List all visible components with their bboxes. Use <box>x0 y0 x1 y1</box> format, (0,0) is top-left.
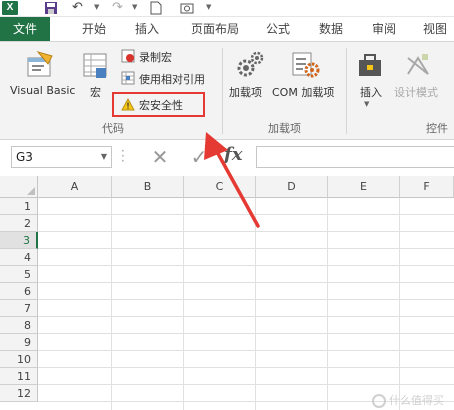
insert-function-icon[interactable]: fx <box>224 144 242 165</box>
row-header[interactable]: 11 <box>0 368 38 385</box>
relative-reference-icon <box>121 71 135 85</box>
insert-controls-icon <box>359 54 381 76</box>
macros-icon <box>83 53 107 78</box>
design-mode-button[interactable]: 设计模式 <box>394 84 438 100</box>
addins-button[interactable]: 加载项 <box>229 84 262 100</box>
cancel-icon[interactable]: ✕ <box>145 145 175 169</box>
record-macro-button[interactable]: 录制宏 <box>139 49 172 65</box>
tab-home[interactable]: 开始 <box>74 17 114 41</box>
formula-bar: G3 ▼ · · · ✕ ✓ fx <box>0 140 454 176</box>
tab-page-layout[interactable]: 页面布局 <box>180 17 250 41</box>
redo-icon[interactable]: ↷ <box>112 1 128 15</box>
grid-line <box>38 384 454 385</box>
tab-formulas[interactable]: 公式 <box>258 17 298 41</box>
title-bar: X ↶ ▼ ↷ ▼ ▼ <box>0 0 454 17</box>
row-header[interactable]: 7 <box>0 300 38 317</box>
watermark: 什么值得买 <box>372 392 444 408</box>
camera-icon[interactable] <box>180 1 194 15</box>
row-header[interactable]: 10 <box>0 351 38 368</box>
grid-line <box>399 198 400 410</box>
row-header[interactable]: 9 <box>0 334 38 351</box>
controls-group-label: 控件 <box>426 122 448 135</box>
grid-line <box>38 350 454 351</box>
excel-logo-icon: X <box>2 1 18 15</box>
visual-basic-button[interactable]: Visual Basic <box>10 84 75 97</box>
com-addins-button[interactable]: COM 加载项 <box>272 84 334 100</box>
tab-review[interactable]: 审阅 <box>364 17 404 41</box>
addins-group-label: 加载项 <box>268 122 301 135</box>
grid-line <box>38 316 454 317</box>
column-header-f[interactable]: F <box>400 176 454 198</box>
row-header[interactable]: 6 <box>0 283 38 300</box>
select-all-button[interactable] <box>0 176 38 198</box>
row-header-selected[interactable]: 3 <box>0 232 38 249</box>
formula-bar-resize-handle[interactable]: · · · <box>121 145 125 167</box>
row-header[interactable]: 12 <box>0 385 38 402</box>
group-divider <box>346 48 347 134</box>
grid-line <box>38 265 454 266</box>
tab-view[interactable]: 视图 <box>416 17 454 41</box>
insert-dropdown-icon[interactable]: ▼ <box>364 100 369 108</box>
relative-reference-button[interactable]: 使用相对引用 <box>139 71 205 87</box>
macro-security-highlight <box>112 92 205 117</box>
undo-icon[interactable]: ↶ <box>72 1 88 15</box>
name-box-value: G3 <box>16 150 33 164</box>
column-header-a[interactable]: A <box>38 176 112 198</box>
column-header-b[interactable]: B <box>112 176 184 198</box>
row-header[interactable]: 2 <box>0 215 38 232</box>
com-addins-icon <box>292 52 320 78</box>
redo-dropdown-icon[interactable]: ▼ <box>132 3 137 11</box>
code-group-label: 代码 <box>102 122 124 135</box>
grid-line <box>38 367 454 368</box>
formula-input[interactable] <box>256 146 454 168</box>
grid-line <box>327 198 328 410</box>
grid-line <box>183 198 184 410</box>
grid-line <box>38 333 454 334</box>
new-document-icon[interactable] <box>150 1 162 15</box>
undo-dropdown-icon[interactable]: ▼ <box>94 3 99 11</box>
customize-toolbar-icon[interactable]: ▼ <box>206 3 211 11</box>
enter-icon[interactable]: ✓ <box>184 145 214 169</box>
grid-line <box>255 198 256 410</box>
macros-button[interactable]: 宏 <box>90 84 101 100</box>
grid-line <box>38 248 454 249</box>
name-box[interactable]: G3 ▼ <box>11 146 112 168</box>
save-icon[interactable] <box>44 1 58 15</box>
column-header-c[interactable]: C <box>184 176 256 198</box>
ribbon: Visual Basic 宏 录制宏 使用相对引用 宏安全性 代码 加载项 CO… <box>0 41 454 140</box>
ribbon-tabs: 文件 开始 插入 页面布局 公式 数据 审阅 视图 <box>0 17 454 41</box>
design-mode-icon <box>407 54 429 75</box>
record-macro-icon <box>121 49 135 63</box>
tab-file[interactable]: 文件 <box>0 17 50 41</box>
column-header-e[interactable]: E <box>328 176 400 198</box>
grid-line <box>38 282 454 283</box>
tab-insert[interactable]: 插入 <box>127 17 167 41</box>
grid-line <box>38 231 454 232</box>
column-header-d[interactable]: D <box>256 176 328 198</box>
row-header[interactable]: 8 <box>0 317 38 334</box>
grid-line <box>111 198 112 410</box>
worksheet-grid[interactable]: A B C D E F 1 2 3 4 5 6 7 8 9 10 11 12 什… <box>0 176 454 410</box>
group-divider <box>222 48 223 134</box>
name-box-dropdown-icon[interactable]: ▼ <box>101 147 107 167</box>
row-header[interactable]: 4 <box>0 249 38 266</box>
row-header[interactable]: 1 <box>0 198 38 215</box>
grid-line <box>38 214 454 215</box>
grid-line <box>38 299 454 300</box>
insert-controls-button[interactable]: 插入 <box>360 84 382 100</box>
visual-basic-icon <box>27 51 53 77</box>
row-header[interactable]: 5 <box>0 266 38 283</box>
addins-gear-icon <box>237 51 264 77</box>
tab-data[interactable]: 数据 <box>311 17 351 41</box>
